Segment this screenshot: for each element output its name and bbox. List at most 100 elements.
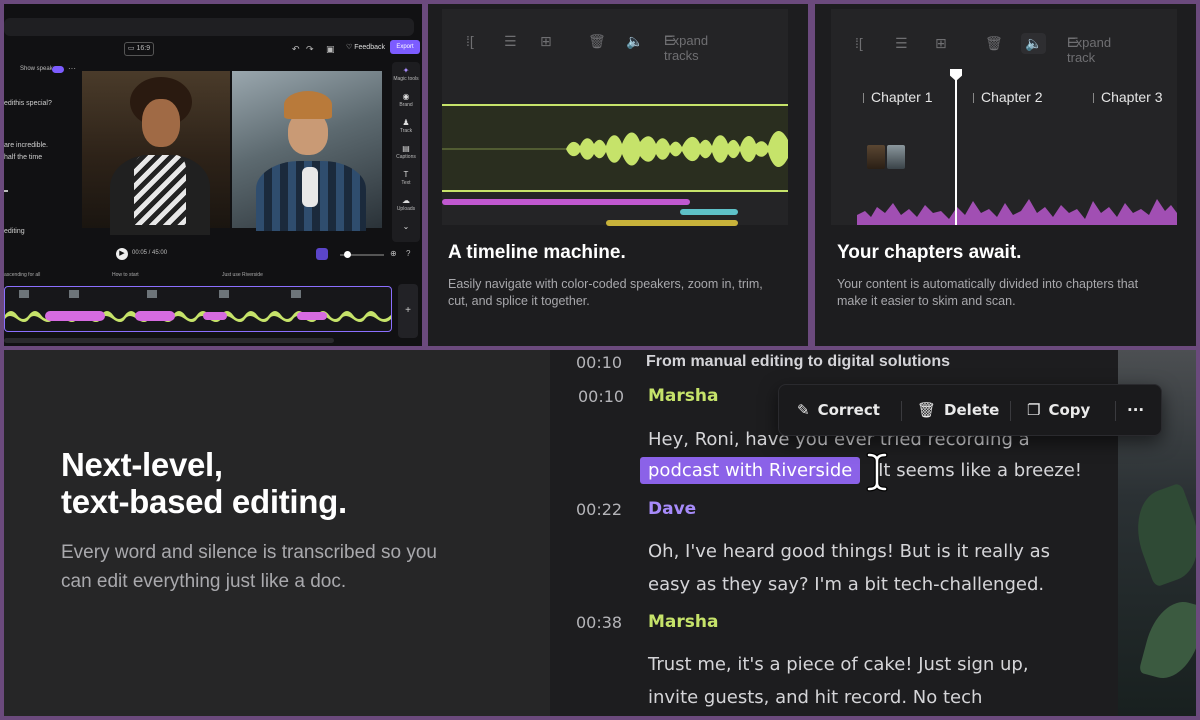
list-icon[interactable]: ☰ xyxy=(504,33,517,50)
chapter-3-label[interactable]: Chapter 3 xyxy=(1092,89,1162,105)
playhead-line[interactable] xyxy=(955,73,957,225)
sidebar-item-text[interactable]: T Text xyxy=(392,170,420,186)
help-icon[interactable]: ? xyxy=(406,249,410,258)
sidebar-item-uploads[interactable]: ☁ Uploads xyxy=(392,196,420,212)
plant-leaf xyxy=(1124,482,1196,588)
chapter-label[interactable]: Just use Riverside xyxy=(222,272,263,278)
heart-icon: ♡ xyxy=(346,44,353,51)
menu-label: Delete xyxy=(944,401,1000,419)
aspect-ratio-button[interactable]: ▭ 16:9 xyxy=(124,42,154,56)
transcript-line[interactable]: easy as they say? I'm a bit tech-challen… xyxy=(648,574,1044,595)
horizontal-scrollbar[interactable] xyxy=(4,338,334,343)
chapter-timestamp: 00:10 xyxy=(576,353,623,372)
transcript-line: edithis special? xyxy=(4,100,52,107)
chevron-down-icon: ⌄ xyxy=(402,222,410,231)
mini-chapter-row: ascending for all How to start Just use … xyxy=(4,272,422,282)
transcript-text[interactable]: It seems like a breeze! xyxy=(878,460,1082,481)
speaker-track-yellow[interactable] xyxy=(606,220,738,226)
text-icon: T xyxy=(403,170,409,179)
copy-menu-item[interactable]: ❐ Copy xyxy=(1027,401,1090,419)
video-speaker-2[interactable] xyxy=(232,71,382,231)
trash-icon[interactable]: 🗑 xyxy=(985,35,1003,52)
text-editing-section: Next-level, text-based editing. Every wo… xyxy=(4,350,1196,716)
correct-menu-item[interactable]: ✎ Correct xyxy=(797,401,880,419)
transcript-line[interactable]: Oh, I've heard good things! But is it re… xyxy=(648,541,1050,562)
section-heading: Next-level, text-based editing. xyxy=(61,446,347,520)
thumbnail xyxy=(69,290,79,298)
transcript-line[interactable]: Trust me, it's a piece of cake! Just sig… xyxy=(648,654,1029,675)
sidebar-item-track[interactable]: ♟ Track xyxy=(392,118,420,134)
pencil-icon: ✎ xyxy=(797,401,810,419)
chapter-label[interactable]: ascending for all xyxy=(4,272,40,278)
mini-waveform xyxy=(5,311,391,322)
editor-preview-panel: ▭ 16:9 ↶ ↷ ▣ ♡ Feedback Export Show spea… xyxy=(4,4,422,346)
menu-label: Copy xyxy=(1048,401,1091,419)
entry-timestamp: 00:38 xyxy=(576,613,623,632)
heading-line: text-based editing. xyxy=(61,483,347,520)
playback-time: 00:05 / 45:00 xyxy=(132,250,168,256)
thumbnail-strip xyxy=(9,290,389,298)
speaker-sweater xyxy=(134,155,186,225)
timeline-feature-card: ⁞[ ☰ ⊞ 🗑 🔈 ☰ Expand tracks A timeline ma… xyxy=(428,4,808,346)
thumbnail xyxy=(19,290,29,298)
video-thumbnails xyxy=(867,145,907,169)
chapter-2-label[interactable]: Chapter 2 xyxy=(972,89,1042,105)
add-layout-icon[interactable]: ⊞ xyxy=(935,35,947,52)
thumbnail xyxy=(291,290,301,298)
microphone xyxy=(302,167,318,207)
menu-divider xyxy=(1115,401,1116,421)
clip-icon[interactable] xyxy=(316,248,328,260)
sidebar-item-more[interactable]: ⌄ xyxy=(392,222,420,232)
delete-menu-item[interactable]: 🗑 Delete xyxy=(917,401,999,419)
heading-line: Next-level, xyxy=(61,446,223,483)
chapter-label[interactable]: How to start xyxy=(112,272,139,278)
list-icon[interactable]: ☰ xyxy=(895,35,908,52)
speaker-track-teal[interactable] xyxy=(680,209,738,215)
feedback-button[interactable]: ♡ Feedback xyxy=(346,43,385,51)
speaker-track-pink[interactable] xyxy=(442,199,690,205)
thumbnail xyxy=(887,145,905,169)
sidebar-label: Captions xyxy=(396,154,416,160)
timeline-track[interactable] xyxy=(4,286,392,332)
timeline-preview: ⁞[ ☰ ⊞ 🗑 🔈 ☰ Expand tracks xyxy=(442,9,788,226)
redo-icon[interactable]: ↷ xyxy=(306,44,314,55)
person-icon: ♟ xyxy=(402,118,410,127)
menu-divider xyxy=(901,401,902,421)
transcript-line[interactable]: invite guests, and hit record. No tech xyxy=(648,687,982,708)
editor-toolbar: ▭ 16:9 ↶ ↷ ▣ ♡ Feedback Export xyxy=(4,40,422,62)
sidebar-item-brand[interactable]: ◉ Brand xyxy=(392,92,420,108)
video-speaker-1[interactable] xyxy=(82,71,230,235)
split-icon[interactable]: ⁞[ xyxy=(466,33,474,49)
more-options-button[interactable]: ··· xyxy=(1127,401,1144,419)
transcript-line[interactable]: podcast with Riverside It seems like a b… xyxy=(640,457,1082,484)
volume-icon[interactable]: 🔈 xyxy=(626,33,643,50)
play-icon[interactable]: ▶ xyxy=(116,248,128,260)
playhead-handle[interactable] xyxy=(950,69,962,81)
sidebar-label: Brand xyxy=(399,102,413,108)
selected-text[interactable]: podcast with Riverside xyxy=(640,457,861,484)
chapter-1-label[interactable]: Chapter 1 xyxy=(862,89,932,105)
volume-icon[interactable]: 🔈 xyxy=(1021,33,1047,54)
add-layout-icon[interactable]: ⊞ xyxy=(540,33,552,50)
export-button[interactable]: Export xyxy=(390,40,420,54)
mini-transcript: edithis special? are incredible. half th… xyxy=(4,64,78,244)
zoom-slider-handle[interactable] xyxy=(344,251,351,258)
sidebar-item-captions[interactable]: ▤ Captions xyxy=(392,144,420,160)
transcript-fragment xyxy=(4,190,8,192)
split-icon[interactable]: ⁞[ xyxy=(855,35,863,51)
chapter-waveform xyxy=(857,199,1177,225)
zoom-in-icon[interactable]: ⊕ xyxy=(390,249,397,258)
trash-icon[interactable]: 🗑 xyxy=(588,33,606,50)
sidebar-item-magic-tools[interactable]: ✦ Magic tools xyxy=(392,66,420,82)
layout-icon[interactable]: ▣ xyxy=(326,44,335,55)
speaker-beanie xyxy=(284,91,332,119)
menu-label: Correct xyxy=(817,401,880,419)
menu-divider xyxy=(1010,401,1011,421)
add-track-button[interactable]: + xyxy=(398,284,418,338)
timeline-toolbar: ⁞[ ☰ ⊞ 🗑 🔈 ☰ Expand tracks xyxy=(442,33,788,63)
card-title: Your chapters await. xyxy=(837,242,1022,263)
transcript-line: half the time xyxy=(4,154,43,161)
speaker-face xyxy=(142,99,180,147)
undo-icon[interactable]: ↶ xyxy=(292,44,300,55)
expand-tracks-label: Expand track xyxy=(1067,35,1112,65)
